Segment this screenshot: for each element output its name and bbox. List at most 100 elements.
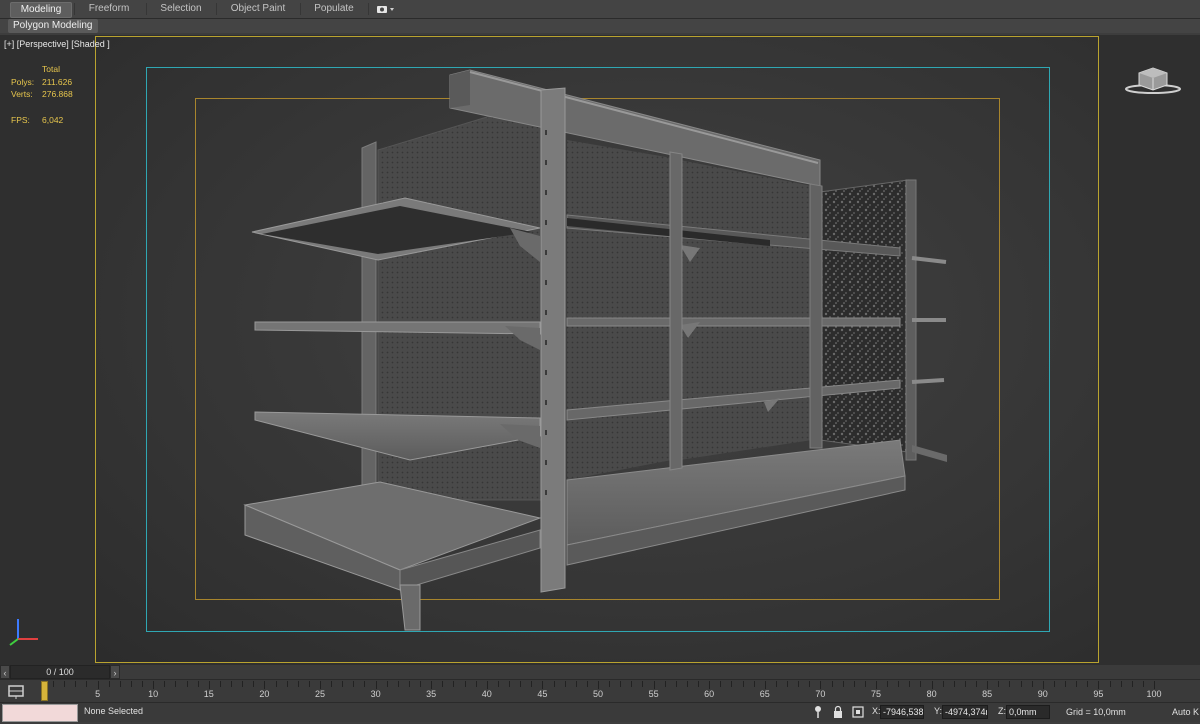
timeline-tick-label: 10	[148, 689, 159, 699]
timeline-tick	[942, 681, 944, 687]
timeline-tick	[1087, 681, 1089, 687]
timeline-tick	[275, 681, 277, 687]
timeline-tick-label: 50	[592, 689, 604, 699]
timeline-tick	[731, 681, 733, 687]
polys-label: Polys:	[11, 76, 35, 87]
timeline-tick-label: 40	[481, 689, 492, 699]
fps-value: 6,042	[42, 114, 64, 125]
tab-object-paint[interactable]: Object Paint	[222, 2, 294, 16]
timeline-tick	[964, 681, 966, 687]
timeline-tick	[686, 681, 688, 687]
timeline-tick	[598, 681, 599, 689]
y-coordinate-field[interactable]: -4974,374r	[942, 705, 988, 719]
timeline-tick	[231, 681, 233, 687]
isolate-selection-icon[interactable]	[812, 705, 824, 719]
maxscript-listener[interactable]	[2, 704, 78, 722]
timeline-tick	[520, 681, 522, 687]
timeline-tick	[953, 681, 955, 687]
z-coordinate-field[interactable]: 0,0mm	[1006, 705, 1050, 719]
timeline-tick	[175, 681, 177, 687]
timeline-tick	[420, 681, 422, 687]
timeline-tick-label: 85	[982, 689, 993, 699]
tab-modeling[interactable]: Modeling	[10, 2, 72, 18]
timeline-tick	[920, 681, 922, 687]
polygon-modeling-tab[interactable]: Polygon Modeling	[8, 19, 98, 33]
auto-key-button[interactable]: Auto K	[1172, 707, 1199, 717]
z-label: Z:	[998, 706, 1006, 716]
timeline-tick	[1065, 681, 1067, 687]
timeline-tick	[86, 681, 88, 687]
timeline-tick	[142, 681, 144, 687]
timeline-tick	[397, 681, 399, 687]
gondola-shelf-model[interactable]	[230, 60, 970, 640]
timeline-tick	[898, 681, 900, 687]
timeline-tick	[675, 681, 677, 687]
timeline-tick-label: 20	[259, 689, 270, 699]
timeline-tick	[609, 681, 611, 687]
timeline-tick	[620, 681, 622, 687]
timeline-tick	[820, 681, 822, 689]
next-frame-button[interactable]: ›	[110, 665, 120, 679]
timeline-tick	[1120, 681, 1122, 687]
timeline-tick	[876, 681, 877, 689]
timeline-tick	[1154, 681, 1155, 689]
timeline-tick	[497, 681, 499, 687]
prev-frame-button[interactable]: ‹	[0, 665, 10, 679]
timeline-tick	[909, 681, 911, 687]
timeline-tick	[698, 681, 700, 687]
viewport-label[interactable]: [+] [Perspective] [Shaded ]	[4, 39, 110, 49]
timeline-tick	[486, 681, 488, 689]
timeline-tick	[286, 681, 288, 687]
timeline-tick	[197, 681, 199, 687]
timeline-tick	[564, 681, 566, 687]
timeline-tick	[987, 681, 989, 689]
timeline-tick	[1098, 681, 1100, 689]
x-coordinate-field[interactable]: -7946,538r	[880, 705, 924, 719]
timeline-tick	[53, 681, 55, 687]
selection-lock-icon[interactable]	[832, 705, 844, 719]
timeline-tick	[119, 681, 121, 687]
timeline-tick	[75, 681, 77, 687]
timeline-tick	[353, 681, 355, 687]
timeline-tick-label: 90	[1037, 689, 1048, 699]
timeline-tick	[1076, 681, 1078, 687]
tab-divider	[146, 3, 147, 15]
viewcube-icon[interactable]	[1125, 63, 1181, 97]
timeline-tick-label: 70	[815, 689, 826, 699]
timeline-tick-label: 80	[926, 689, 937, 699]
tab-divider	[368, 3, 369, 15]
mini-curve-editor-icon[interactable]	[5, 684, 27, 700]
timeline-tick	[408, 681, 410, 687]
timeline-tick	[208, 681, 210, 689]
timeline-tick-label: 95	[1093, 689, 1104, 699]
timeline-tick	[976, 681, 978, 687]
timeline-tick-label: 5	[95, 689, 101, 699]
timeline-tick-label: 25	[314, 689, 326, 699]
timeline-tick	[186, 681, 188, 687]
timeline-tick	[831, 681, 833, 687]
timeline-tick	[775, 681, 777, 687]
timeline-tick	[742, 681, 744, 687]
timeline-tick-label: 30	[370, 689, 381, 699]
fps-label: FPS:	[11, 114, 30, 125]
timeline-tick	[242, 681, 244, 687]
timeline-tick	[653, 681, 655, 689]
ribbon-options-button[interactable]	[376, 4, 396, 15]
timeline-tick	[998, 681, 1000, 687]
timeline-tick	[264, 681, 266, 689]
time-slider[interactable]: 0 / 100	[10, 665, 110, 679]
timeline-tick	[664, 681, 666, 687]
track-bar-ruler[interactable]: 5 10 15 20 25 30 35 40 45 50 55 60 65 70 75 80 85 90 95 100	[40, 680, 1192, 702]
timeline-tick-label: 15	[203, 689, 214, 699]
timeline-tick	[464, 681, 466, 687]
tab-selection[interactable]: Selection	[150, 2, 212, 16]
current-frame-marker[interactable]	[41, 681, 48, 701]
ribbon-tabs: Modeling Freeform Selection Object Paint…	[0, 0, 1200, 19]
tab-freeform[interactable]: Freeform	[78, 2, 140, 16]
absolute-mode-icon[interactable]	[852, 705, 864, 719]
tab-populate[interactable]: Populate	[304, 2, 364, 16]
timeline-tick	[709, 681, 711, 689]
verts-count: 276.868	[42, 89, 73, 99]
timeline-tick	[1142, 681, 1144, 687]
timeline-tick	[931, 681, 933, 689]
